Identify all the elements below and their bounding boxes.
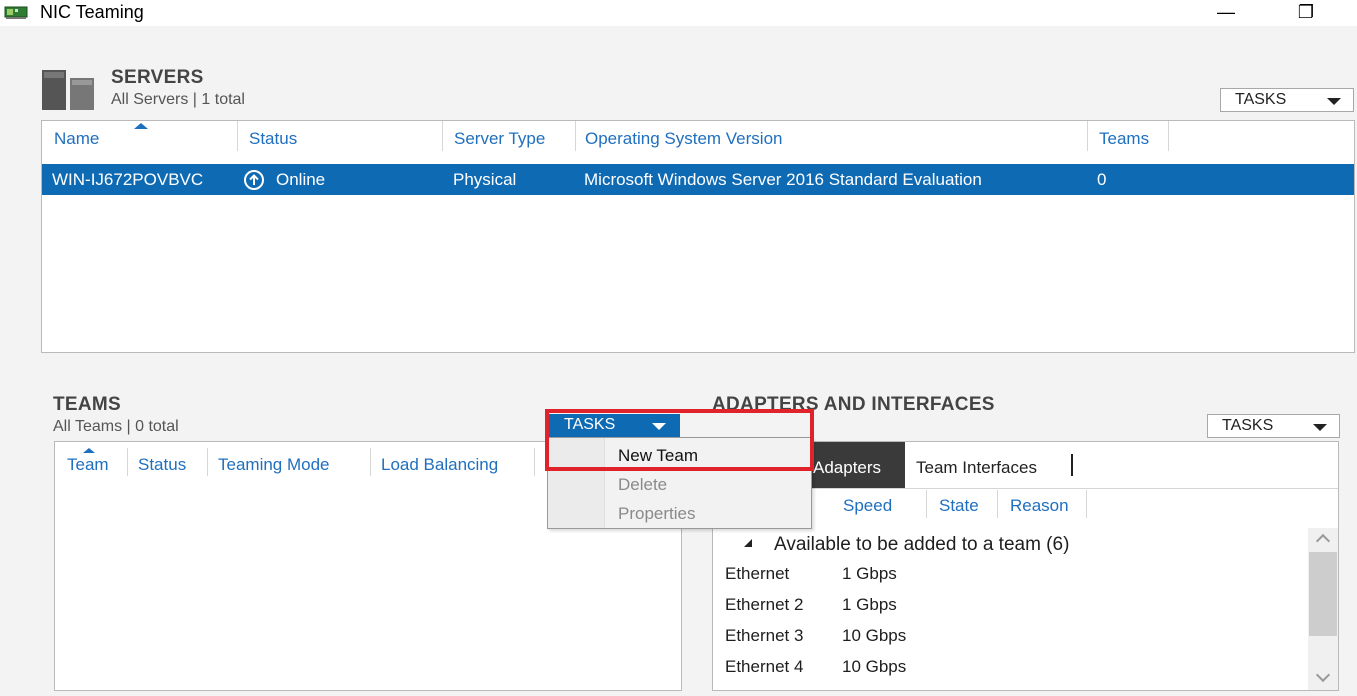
server-type: Physical	[453, 170, 517, 189]
column-separator	[997, 490, 998, 518]
vertical-scrollbar[interactable]	[1308, 528, 1338, 690]
group-header-available[interactable]: Available to be added to a team (6)	[774, 534, 1069, 556]
column-separator	[207, 448, 208, 476]
adapter-speed: 10 Gbps	[842, 626, 907, 645]
servers-tasks-button[interactable]: TASKS	[1220, 88, 1354, 112]
scroll-down-icon[interactable]	[1315, 667, 1331, 683]
window-title: NIC Teaming	[40, 2, 144, 22]
menu-item-new-team[interactable]: New Team	[618, 446, 698, 466]
servers-subtitle: All Servers | 1 total	[111, 91, 245, 108]
adapter-name[interactable]: Ethernet 4	[725, 657, 803, 677]
servers-title: SERVERS	[111, 67, 204, 88]
tasks-dropdown-menu: New Team Delete Properties	[547, 437, 812, 529]
adapter-speed: 1 Gbps	[842, 564, 897, 583]
column-separator	[127, 448, 128, 476]
adapter-name[interactable]: Ethernet 3	[725, 626, 803, 646]
scroll-up-icon[interactable]	[1315, 533, 1331, 549]
column-separator	[442, 121, 443, 151]
server-os-version: Microsoft Windows Server 2016 Standard E…	[584, 170, 982, 189]
server-name: WIN-IJ672POVBVC	[52, 170, 204, 189]
tab-team-interfaces[interactable]: Team Interfaces	[916, 458, 1037, 478]
teams-title: TEAMS	[53, 394, 121, 415]
column-separator	[237, 121, 238, 151]
menu-item-delete[interactable]: Delete	[618, 475, 667, 495]
adapter-name[interactable]: Ethernet 2	[725, 595, 803, 615]
column-header-team[interactable]: Team	[67, 455, 109, 475]
adapter-name[interactable]: Ethernet	[725, 564, 789, 584]
caret-down-icon	[652, 423, 666, 430]
teams-subtitle: All Teams | 0 total	[53, 418, 179, 435]
server-row[interactable]: WIN-IJ672POVBVC Online Physical Microsof…	[42, 164, 1354, 195]
column-header-name[interactable]: Name	[54, 129, 99, 149]
tasks-label: TASKS	[1235, 91, 1287, 108]
column-header-os-version[interactable]: Operating System Version	[585, 129, 782, 149]
title-bar: NIC Teaming — ❐	[0, 0, 1357, 26]
server-status: Online	[276, 170, 326, 189]
tasks-label: TASKS	[1222, 417, 1274, 434]
column-separator	[534, 448, 535, 476]
caret-down-icon	[1327, 98, 1341, 105]
column-separator	[1087, 121, 1088, 151]
column-header-team-status[interactable]: Status	[138, 455, 186, 475]
adapter-speed: 1 Gbps	[842, 595, 897, 614]
column-header-state[interactable]: State	[939, 496, 979, 516]
server-teams-count: 0	[1097, 170, 1107, 189]
adapters-tasks-button[interactable]: TASKS	[1207, 414, 1340, 438]
column-separator	[575, 121, 576, 151]
servers-panel: Name Status Server Type Operating System…	[41, 120, 1355, 353]
column-header-teams[interactable]: Teams	[1099, 129, 1149, 149]
tasks-label: TASKS	[564, 416, 616, 433]
column-header-reason[interactable]: Reason	[1010, 496, 1069, 516]
servers-icon	[42, 70, 94, 110]
column-header-speed[interactable]: Speed	[843, 496, 892, 516]
menu-item-properties[interactable]: Properties	[618, 504, 695, 524]
column-header-status[interactable]: Status	[249, 129, 297, 149]
column-header-load-balancing[interactable]: Load Balancing	[381, 455, 498, 475]
tab-network-adapters-label: Adapters	[813, 458, 882, 477]
sort-ascending-icon	[83, 448, 95, 453]
nic-teaming-app-icon	[4, 6, 28, 19]
text-cursor	[1071, 454, 1073, 476]
column-separator	[1168, 121, 1169, 151]
column-header-teaming-mode[interactable]: Teaming Mode	[218, 455, 330, 475]
sort-ascending-icon	[134, 123, 148, 129]
scrollbar-thumb[interactable]	[1309, 552, 1337, 636]
teams-tasks-button[interactable]: TASKS	[548, 414, 680, 438]
column-separator	[370, 448, 371, 476]
column-separator	[926, 490, 927, 518]
column-header-server-type[interactable]: Server Type	[454, 129, 545, 149]
servers-header-row: Name Status Server Type Operating System…	[42, 121, 1354, 157]
restore-button[interactable]: ❐	[1286, 0, 1326, 26]
column-separator	[1086, 490, 1087, 518]
adapter-speed: 10 Gbps	[842, 657, 907, 676]
caret-down-icon	[1313, 424, 1327, 431]
minimize-button[interactable]: —	[1206, 0, 1246, 26]
expand-collapse-icon[interactable]	[744, 539, 752, 547]
online-status-icon	[244, 170, 264, 190]
adapters-title: ADAPTERS AND INTERFACES	[712, 394, 995, 415]
menu-gutter	[548, 438, 605, 528]
